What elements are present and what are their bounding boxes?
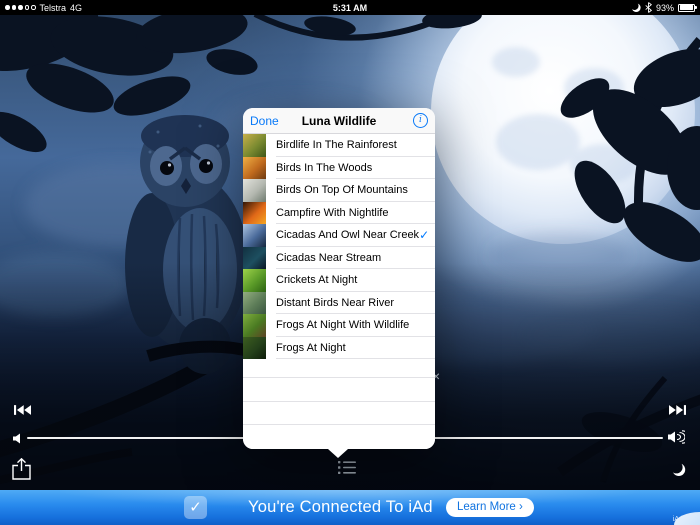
status-bar: Telstra 4G 5:31 AM 93% xyxy=(0,0,700,15)
track-thumbnail xyxy=(243,292,266,315)
previous-track-icon xyxy=(14,404,31,416)
share-icon xyxy=(12,458,31,480)
track-list-popover: Done Luna Wildlife i Birdlife In The Rai… xyxy=(243,108,435,449)
empty-row xyxy=(243,425,435,449)
next-track-button[interactable] xyxy=(669,404,686,416)
track-label: Cicadas Near Stream xyxy=(276,252,381,264)
track-row[interactable]: Birdlife In The Rainforest xyxy=(243,134,435,157)
track-row[interactable]: Birds On Top Of Mountains xyxy=(243,179,435,202)
share-button[interactable] xyxy=(12,458,31,480)
banner-message: You're Connected To iAd xyxy=(248,498,433,517)
track-row[interactable]: Crickets At Night xyxy=(243,269,435,292)
track-label: Birds In The Woods xyxy=(276,162,372,174)
track-thumbnail xyxy=(243,247,266,270)
track-row[interactable]: Cicadas Near Stream xyxy=(243,247,435,270)
empty-row xyxy=(243,402,435,425)
info-icon[interactable]: i xyxy=(413,113,428,128)
volume-min-icon xyxy=(13,433,22,444)
popover-header: Done Luna Wildlife i xyxy=(243,108,435,134)
done-button[interactable]: Done xyxy=(250,114,279,128)
track-thumbnail xyxy=(243,202,266,225)
sleep-timer-button[interactable] xyxy=(671,462,686,477)
next-track-icon xyxy=(669,404,686,416)
battery-icon xyxy=(678,4,695,12)
track-thumbnail xyxy=(243,157,266,180)
track-label: Frogs At Night xyxy=(276,342,346,354)
checkmark-icon: ✓ xyxy=(419,228,429,242)
empty-row xyxy=(243,378,435,402)
track-label: Campfire With Nightlife xyxy=(276,207,388,219)
track-label: Frogs At Night With Wildlife xyxy=(276,319,409,331)
track-row[interactable]: Cicadas And Owl Near Creek✓ xyxy=(243,224,435,247)
track-list: Birdlife In The Rainforest Birds In The W… xyxy=(243,134,435,449)
track-label: Crickets At Night xyxy=(276,274,357,286)
track-row[interactable]: Frogs At Night With Wildlife xyxy=(243,314,435,337)
track-row[interactable]: Frogs At Night xyxy=(243,337,435,360)
track-thumbnail xyxy=(243,337,266,360)
track-label: Distant Birds Near River xyxy=(276,297,394,309)
track-thumbnail xyxy=(243,134,266,157)
playlist-button[interactable] xyxy=(338,461,356,474)
learn-more-button[interactable]: Learn More › xyxy=(446,498,534,517)
sleep-timer-moon-icon xyxy=(671,462,686,477)
track-row[interactable]: Birds In The Woods xyxy=(243,157,435,180)
track-thumbnail xyxy=(243,224,266,247)
iad-banner[interactable]: ✓ You're Connected To iAd Learn More › i… xyxy=(0,490,700,525)
track-row[interactable]: Distant Birds Near River xyxy=(243,292,435,315)
checkbox-icon: ✓ xyxy=(184,496,207,519)
track-label: Cicadas And Owl Near Creek xyxy=(276,229,419,241)
banner-corner-curl xyxy=(674,512,700,525)
track-thumbnail xyxy=(243,314,266,337)
previous-track-button[interactable] xyxy=(14,404,31,416)
clock-label: 5:31 AM xyxy=(0,3,700,13)
track-row[interactable]: Campfire With Nightlife xyxy=(243,202,435,225)
track-label: Birdlife In The Rainforest xyxy=(276,139,397,151)
track-label: Birds On Top Of Mountains xyxy=(276,184,408,196)
track-thumbnail xyxy=(243,269,266,292)
volume-max-icon xyxy=(668,430,685,444)
track-thumbnail xyxy=(243,179,266,202)
playlist-icon xyxy=(338,461,356,474)
empty-row xyxy=(243,359,435,378)
